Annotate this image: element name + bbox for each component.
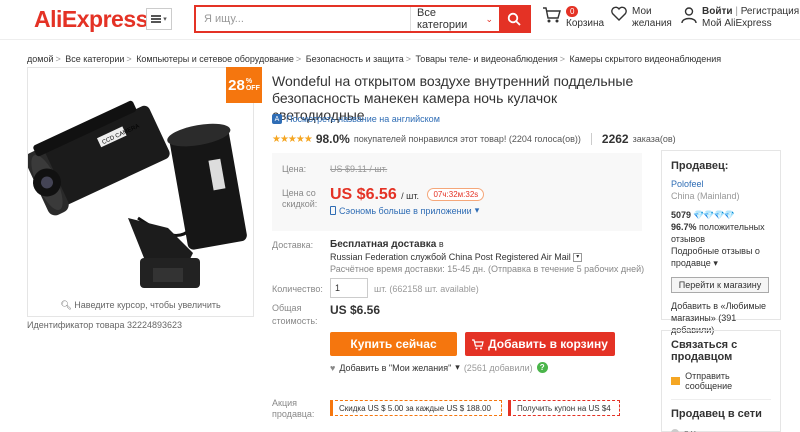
magnifier-icon: 🔍︎ — [60, 300, 75, 310]
get-coupon[interactable]: Получить купон на US $4 — [508, 400, 620, 416]
breadcrumb-item[interactable]: Все категории — [65, 54, 124, 64]
wishlist-label-1: Мои — [632, 6, 652, 17]
dummy-camera-image: CCD CAMERA — [28, 100, 247, 288]
app-save-link[interactable]: Сэономь больше в приложении ▾ — [330, 205, 479, 216]
phone-icon — [330, 206, 336, 215]
breadcrumb-item[interactable]: Товары теле- и видеонаблюдения — [416, 54, 558, 64]
translate-icon: A — [272, 114, 282, 124]
top-header: AliExpress ▾ Все категории ⌄ 0 Корзина — [0, 0, 800, 40]
search-bar: Все категории ⌄ — [194, 5, 531, 33]
discount-percent: % — [245, 78, 253, 85]
add-to-wishlist[interactable]: ♥ Добавить в "Мои желания" ▾ (2561 добав… — [330, 362, 548, 373]
seller-online-item[interactable]: s v — [671, 428, 771, 432]
quantity-input[interactable]: 1 — [330, 278, 368, 298]
orders-count: 2262 — [601, 132, 629, 146]
total-label: Общая стоимость: — [272, 303, 318, 326]
caret-down-icon: ▾ — [163, 16, 167, 23]
rating-stars: ★★★★★ — [272, 133, 313, 145]
shipping-destination[interactable]: Russian Federation службой China Post Re… — [330, 252, 571, 262]
go-to-store-button[interactable]: Перейти к магазину — [671, 277, 769, 293]
contact-heading: Связаться с продавцом — [671, 339, 738, 363]
diamond-icon: 💎💎💎💎 — [693, 210, 735, 220]
rating-percent: 98.0% — [315, 132, 350, 146]
countdown-timer: 07ч:32м:32s — [427, 188, 485, 202]
positive-feedback-percent: 96.7% — [671, 222, 697, 232]
english-title-link[interactable]: A Посмотреть название на английском — [272, 114, 440, 124]
search-category-label: Все категории — [417, 7, 468, 31]
shipping-dropdown-icon[interactable]: ▾ — [573, 253, 583, 263]
cart-count-badge: 0 — [566, 6, 579, 17]
quantity-label: Количество: — [272, 284, 323, 294]
register-link[interactable]: Регистрация — [741, 6, 799, 17]
caret-down-icon: ▾ — [455, 362, 460, 372]
shipping-label: Доставка: — [272, 240, 314, 250]
product-image[interactable]: CCD CAMERA — [27, 67, 254, 317]
envelope-icon — [671, 377, 681, 385]
breadcrumb: домой > Все категории > Компьютеры и сетев… — [27, 54, 722, 64]
account-menu: Войти | Регистрация Мой AliExpress — [680, 6, 799, 30]
hamburger-icon — [151, 15, 162, 23]
discount-off: OFF — [245, 85, 260, 92]
heart-icon — [611, 6, 627, 21]
add-to-cart-button[interactable]: Добавить в корзину — [465, 332, 615, 356]
my-account-link[interactable]: Мой AliExpress — [702, 18, 799, 30]
wishlist-link[interactable]: Мои желания — [610, 6, 672, 30]
contact-panel: Связаться с продавцом Отправить сообщени… — [661, 330, 781, 432]
seller-score: 5079 💎💎💎💎 — [671, 210, 735, 220]
shipping-estimate: Расчётное время доставки: 15-45 дн. (Отп… — [330, 264, 645, 274]
seller-heading: Продавец: — [671, 160, 729, 172]
seller-country: China (Mainland) — [671, 191, 740, 201]
categories-menu-button[interactable]: ▾ — [146, 8, 172, 30]
discount-badge: 28 % OFF — [226, 67, 262, 103]
buy-now-button[interactable]: Купить сейчас — [330, 332, 457, 356]
cart-link[interactable]: 0 Корзина — [542, 6, 604, 30]
rating-text[interactable]: покупателей понравился этот товар! (2204… — [354, 134, 581, 144]
breadcrumb-item[interactable]: Безопасность и защита — [306, 54, 404, 64]
price-panel: Цена: US $9.11 / шт. Цена со скидкой: US … — [272, 153, 642, 231]
chevron-down-icon: ⌄ — [485, 13, 493, 24]
search-category-select[interactable]: Все категории ⌄ — [410, 7, 499, 31]
total-price: US $6.56 — [330, 303, 381, 317]
discount-price-label: Цена со скидкой: — [282, 188, 318, 209]
detailed-feedback-link[interactable]: Подробные отзывы о продавце ▾ — [671, 245, 771, 269]
signin-link[interactable]: Войти — [702, 6, 733, 17]
orders-label: заказа(ов) — [632, 134, 676, 144]
seller-online-heading: Продавец в сети — [671, 408, 762, 420]
rating-row: ★★★★★ 98.0% покупателей понравился этот … — [272, 132, 676, 146]
old-price: US $9.11 / шт. — [330, 164, 388, 174]
heart-icon: ♥ — [330, 362, 336, 373]
search-button[interactable] — [499, 7, 529, 31]
send-message-link[interactable]: Отправить сообщение — [671, 371, 771, 391]
seller-panel: Продавец: Polofeel China (Mainland) 5079… — [661, 150, 781, 335]
product-id: Идентификатор товара 32224893623 — [27, 320, 183, 330]
breadcrumb-item[interactable]: Компьютеры и сетевое оборудование — [136, 54, 294, 64]
cart-icon — [472, 338, 484, 349]
user-icon — [681, 7, 697, 24]
discount-value: 28 — [228, 76, 245, 94]
breadcrumb-item[interactable]: Камеры скрытого видеонаблюдения — [570, 54, 722, 64]
wishlist-label-2: желания — [632, 18, 672, 29]
free-shipping: Бесплатная доставка — [330, 239, 437, 250]
cart-label: Корзина — [566, 18, 605, 29]
discount-price: US $6.56 / шт. 07ч:32м:32s — [330, 186, 485, 204]
aliexpress-logo[interactable]: AliExpress — [34, 6, 148, 33]
caret-down-icon: ▾ — [474, 205, 480, 215]
search-icon — [507, 12, 521, 26]
breadcrumb-item[interactable]: домой — [27, 54, 53, 64]
quantity-note: шт. (662158 шт. available) — [374, 284, 479, 294]
shipping-info: Бесплатная доставка в Russian Federation… — [330, 238, 650, 275]
store-name-link[interactable]: Polofeel — [671, 178, 771, 190]
old-price-label: Цена: — [282, 164, 307, 174]
cart-icon — [543, 7, 561, 23]
caret-down-icon: ▾ — [713, 258, 718, 268]
zoom-hint: 🔍︎ Наведите курсор, чтобы увеличить — [60, 300, 221, 310]
search-input[interactable] — [196, 7, 410, 31]
promo-label: Акция продавца: — [272, 398, 315, 419]
help-icon[interactable]: ? — [536, 362, 548, 373]
discount-coupon[interactable]: Скидка US $ 5.00 за каждые US $ 188.00 — [330, 400, 502, 416]
